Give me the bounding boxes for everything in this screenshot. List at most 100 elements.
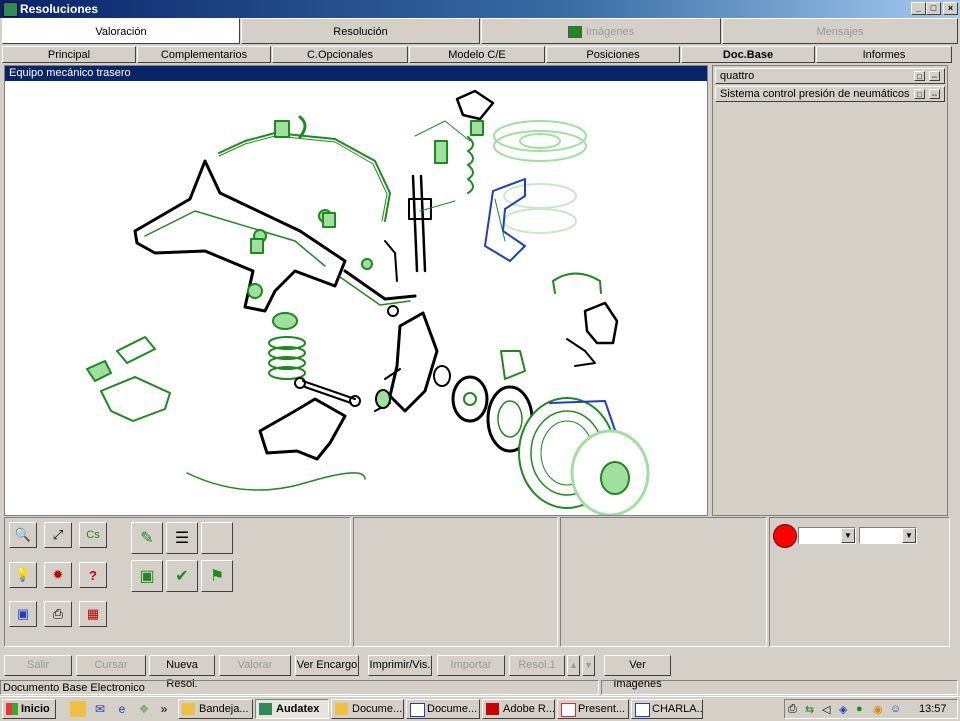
print-preview-button[interactable]: Imprimir/Vis. [368, 655, 432, 676]
wheel-knuckle [388, 311, 439, 413]
subtab-doc-base[interactable]: Doc.Base [681, 46, 815, 63]
taskbar-item-word[interactable]: Docume... [406, 699, 480, 719]
security-tray-icon[interactable]: ◈ [839, 703, 847, 716]
status-text: Documento Base Electronico [0, 680, 599, 695]
tool-panel: 🔍 ⤢ Cs 💡 ✹ ? ▣ ⎙ ▦ ✎ ☰ ▣ ✔ ⚑ [4, 517, 351, 647]
tab-mensajes[interactable]: Mensajes [722, 18, 958, 44]
restore-icon[interactable]: □ [914, 71, 925, 81]
tab-label: Imágenes [585, 26, 635, 38]
minimize-button[interactable]: _ [911, 2, 926, 15]
tab-label: Valoración [95, 26, 147, 38]
arrows-icon[interactable]: ⇔ [929, 71, 940, 81]
lightbulb-icon[interactable]: 💡 [9, 562, 37, 588]
arrows-icon[interactable]: ⇔ [929, 89, 940, 99]
doc-item-label: quattro [720, 70, 755, 82]
edit-pencil-icon[interactable]: ✎ [131, 522, 163, 554]
select-1[interactable]: ▼ [798, 527, 856, 544]
tool-glyph: ⚑ [209, 568, 225, 585]
printer-tray-icon[interactable]: ⎙ [788, 703, 797, 716]
taskbar-item-adobe[interactable]: Adobe R... [482, 699, 555, 719]
start-button[interactable]: Inicio [2, 699, 56, 719]
cursar-button[interactable]: Cursar [76, 655, 146, 676]
button-label: Cursar [94, 659, 128, 671]
maximize-button[interactable]: □ [926, 2, 941, 15]
messenger-tray-icon[interactable]: ☺ [890, 703, 901, 715]
bug-icon[interactable]: ✹ [44, 562, 72, 588]
taskbar-item-audatex[interactable]: Audatex [255, 699, 329, 719]
fit-view-icon[interactable]: ⤢ [44, 522, 72, 548]
browser-icon[interactable]: e [114, 701, 130, 717]
chevron-down-icon[interactable]: ▼ [902, 528, 916, 543]
audatex-icon [259, 703, 272, 715]
alert-tray-icon[interactable]: ◉ [873, 703, 883, 716]
new-resolution-button[interactable]: Nueva Resol. [149, 655, 215, 690]
taskbar-item-charla[interactable]: CHARLA... [631, 699, 703, 719]
document-list-icon[interactable]: ☰ [166, 522, 198, 554]
print-icon[interactable]: ⎙ [44, 601, 72, 627]
valorar-button[interactable]: Valorar [219, 655, 291, 676]
help-icon[interactable]: ? [79, 562, 107, 588]
button-label: Importar [450, 659, 492, 671]
volume-tray-icon[interactable]: ◁ [822, 703, 830, 716]
zoom-in-icon[interactable]: 🔍 [9, 522, 37, 548]
close-button[interactable]: × [943, 2, 958, 15]
info-panel-1 [353, 517, 558, 647]
view-images-button[interactable]: Ver Imagenes [604, 655, 671, 690]
rear-subframe [133, 159, 347, 313]
quicklaunch-more[interactable]: » [156, 701, 172, 717]
arrow-up-icon[interactable]: ▲ [567, 655, 580, 676]
network-tray-icon[interactable]: ⇆ [805, 703, 814, 716]
doc-item-tire-pressure[interactable]: Sistema control presión de neumáticos □ … [715, 86, 945, 102]
calendar-icon[interactable]: ▦ [79, 601, 107, 627]
subtab-posiciones[interactable]: Posiciones [546, 46, 680, 63]
cs-icon[interactable]: Cs [79, 522, 107, 548]
flag-tool-icon[interactable]: ⚑ [201, 560, 233, 592]
handbrake-cable [186, 472, 366, 491]
rear-suspension-exploded-diagram[interactable] [5, 81, 707, 515]
desktop-icon[interactable] [70, 701, 86, 717]
update-tray-icon[interactable]: ● [856, 703, 863, 715]
tab-imagenes[interactable]: Imágenes [481, 18, 721, 44]
subtab-modelo-ce[interactable]: Modelo C/E [409, 46, 545, 63]
diagram-title: Equipo mecánico trasero [5, 66, 707, 81]
image-color-icon[interactable]: ▣ [9, 601, 37, 627]
folder-icon [335, 703, 348, 715]
chevron-down-icon[interactable]: ▼ [841, 528, 855, 543]
restore-icon[interactable]: □ [914, 89, 925, 99]
taskbar-item-powerpoint[interactable]: Present... [557, 699, 629, 719]
tool-glyph: ▦ [86, 606, 100, 621]
empty-tool-slot [201, 522, 233, 554]
resolution-selector-button[interactable]: Resol.1 [509, 655, 565, 676]
tool-glyph: ✎ [140, 530, 154, 547]
exit-button[interactable]: Salir [4, 655, 72, 676]
checkmark-tool-icon[interactable]: ✔ [166, 560, 198, 592]
arrow-down-icon[interactable]: ▼ [582, 655, 595, 676]
app-icon [3, 2, 18, 17]
taskbar-item-bandeja[interactable]: Bandeja... [178, 699, 253, 719]
tab-label: Mensajes [816, 26, 864, 38]
windows-logo-icon [6, 703, 18, 715]
diagram-panel: Equipo mecánico trasero [4, 65, 708, 516]
doc-item-quattro[interactable]: quattro □ ⇔ [715, 68, 945, 84]
tool-glyph: ▣ [16, 606, 30, 621]
outlook-icon[interactable]: ✉ [92, 701, 108, 717]
stabilizer-bar [218, 132, 391, 222]
doc-item-label: Sistema control presión de neumáticos [720, 88, 910, 100]
tool-glyph: ⤢ [52, 527, 64, 542]
camera-icon[interactable]: ▣ [131, 560, 163, 592]
subtab-complementarios[interactable]: Complementarios [137, 46, 271, 63]
view-order-button[interactable]: Ver Encargo [295, 655, 359, 676]
import-button[interactable]: Importar [437, 655, 505, 676]
subtab-informes[interactable]: Informes [816, 46, 952, 63]
word-icon [410, 703, 425, 717]
tab-valoracion[interactable]: Valoración [2, 18, 240, 44]
tab-resolucion[interactable]: Resolución [241, 18, 480, 44]
adobe-icon [486, 703, 499, 715]
tool-glyph: ✔ [175, 568, 189, 585]
subtab-c-opcionales[interactable]: C.Opcionales [272, 46, 408, 63]
tool-glyph: ☰ [174, 530, 190, 547]
taskbar-item-folder[interactable]: Docume... [331, 699, 404, 719]
app-launcher-icon[interactable]: ❖ [136, 701, 152, 717]
select-2[interactable]: ▼ [859, 527, 917, 544]
subtab-principal[interactable]: Principal [2, 46, 136, 63]
